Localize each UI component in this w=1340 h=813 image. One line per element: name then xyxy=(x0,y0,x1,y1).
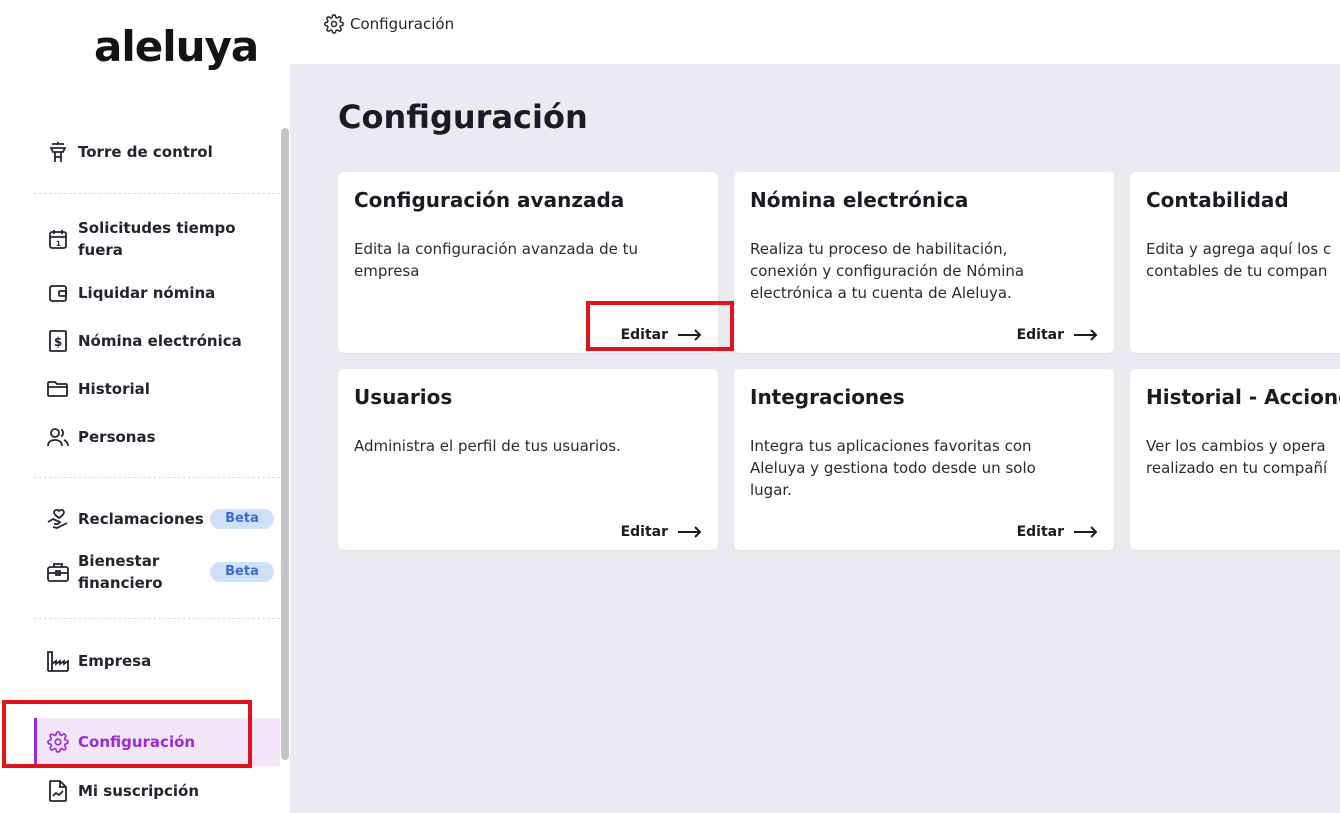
document-chart-icon xyxy=(46,779,70,803)
top-bar: Configuración xyxy=(290,0,1340,64)
edit-button[interactable]: Editar xyxy=(1017,327,1098,343)
sidebar-item-solicitudes[interactable]: 1 Solicitudes tiempo fuera xyxy=(34,217,280,261)
edit-label: Editar xyxy=(1016,524,1064,540)
card-description: Realiza tu proceso de habilitación, cone… xyxy=(750,240,1025,302)
sidebar-divider xyxy=(34,193,280,194)
sidebar-scrollbar[interactable] xyxy=(281,128,289,760)
sidebar-item-label: Torre de control xyxy=(78,143,213,161)
sidebar-item-label: Solicitudes tiempo fuera xyxy=(78,219,236,259)
highlight-box-edit xyxy=(586,301,734,351)
breadcrumb-label: Configuración xyxy=(350,15,455,33)
card-title: Integraciones xyxy=(750,385,905,409)
card-description: Integra tus aplicaciones favoritas con A… xyxy=(750,437,1036,499)
folder-icon xyxy=(46,377,70,401)
card-title: Nómina electrónica xyxy=(750,188,969,212)
gear-icon xyxy=(323,13,345,35)
page-title: Configuración xyxy=(338,98,588,136)
card-title: Historial - Accione xyxy=(1146,385,1340,409)
svg-text:1: 1 xyxy=(56,240,61,248)
control-tower-icon xyxy=(46,140,70,164)
card-description: Edita la configuración avanzada de tu em… xyxy=(354,240,638,280)
card-description: Ver los cambios y opera realizado en tu … xyxy=(1146,437,1328,477)
sidebar-divider xyxy=(34,477,280,478)
card-integraciones: Integraciones Integra tus aplicaciones f… xyxy=(734,369,1114,550)
arrow-right-icon xyxy=(1074,526,1098,538)
breadcrumb: Configuración xyxy=(323,13,454,35)
edit-label: Editar xyxy=(620,524,668,540)
sidebar-item-label: Mi suscripción xyxy=(78,782,200,800)
factory-icon xyxy=(46,649,70,673)
sidebar-item-label: Bienestar financiero xyxy=(78,552,163,592)
sidebar-item-historial[interactable]: Historial xyxy=(34,377,280,401)
sidebar-item-torre-de-control[interactable]: Torre de control xyxy=(34,140,280,164)
sidebar-item-label: Reclamaciones xyxy=(78,510,204,528)
invoice-dollar-icon: $ xyxy=(46,329,70,353)
highlight-box-configuracion xyxy=(2,700,252,768)
sidebar-item-nomina-electronica[interactable]: $ Nómina electrónica xyxy=(34,329,280,353)
arrow-right-icon xyxy=(678,526,702,538)
users-icon xyxy=(46,425,70,449)
sidebar-divider xyxy=(34,618,280,619)
sidebar-item-label: Nómina electrónica xyxy=(78,332,242,350)
beta-badge: Beta xyxy=(210,509,274,529)
card-contabilidad: Contabilidad Edita y agrega aquí los c c… xyxy=(1130,172,1340,353)
edit-button[interactable]: Editar xyxy=(621,524,702,540)
calendar-icon: 1 xyxy=(46,227,70,251)
card-description: Administra el perfil de tus usuarios. xyxy=(354,437,621,455)
card-title: Usuarios xyxy=(354,385,453,409)
card-description: Edita y agrega aquí los c contables de t… xyxy=(1146,240,1332,280)
sidebar-item-liquidar-nomina[interactable]: Liquidar nómina xyxy=(34,281,280,305)
sidebar-item-empresa[interactable]: Empresa xyxy=(34,649,280,673)
sidebar: aleluya Torre de control 1 Solicitudes t… xyxy=(0,0,290,813)
aleluya-logo[interactable]: aleluya xyxy=(94,22,259,71)
card-nomina-electronica: Nómina electrónica Realiza tu proceso de… xyxy=(734,172,1114,353)
sidebar-item-label: Empresa xyxy=(78,652,152,670)
beta-badge: Beta xyxy=(210,562,274,582)
card-title: Contabilidad xyxy=(1146,188,1289,212)
sidebar-item-mi-suscripcion[interactable]: Mi suscripción xyxy=(34,779,280,803)
main-content: Configuración Configuración avanzada Edi… xyxy=(290,64,1340,813)
edit-label: Editar xyxy=(1016,327,1064,343)
card-usuarios: Usuarios Administra el perfil de tus usu… xyxy=(338,369,718,550)
sidebar-item-label: Liquidar nómina xyxy=(78,284,216,302)
sidebar-item-label: Personas xyxy=(78,428,156,446)
svg-text:$: $ xyxy=(54,335,62,349)
card-historial-acciones: Historial - Accione Ver los cambios y op… xyxy=(1130,369,1340,550)
hand-heart-icon xyxy=(46,507,70,531)
wallet-icon xyxy=(46,281,70,305)
sidebar-item-personas[interactable]: Personas xyxy=(34,425,280,449)
briefcase-icon xyxy=(46,560,70,584)
sidebar-item-label: Historial xyxy=(78,380,150,398)
arrow-right-icon xyxy=(1074,329,1098,341)
edit-button[interactable]: Editar xyxy=(1017,524,1098,540)
card-title: Configuración avanzada xyxy=(354,188,625,212)
